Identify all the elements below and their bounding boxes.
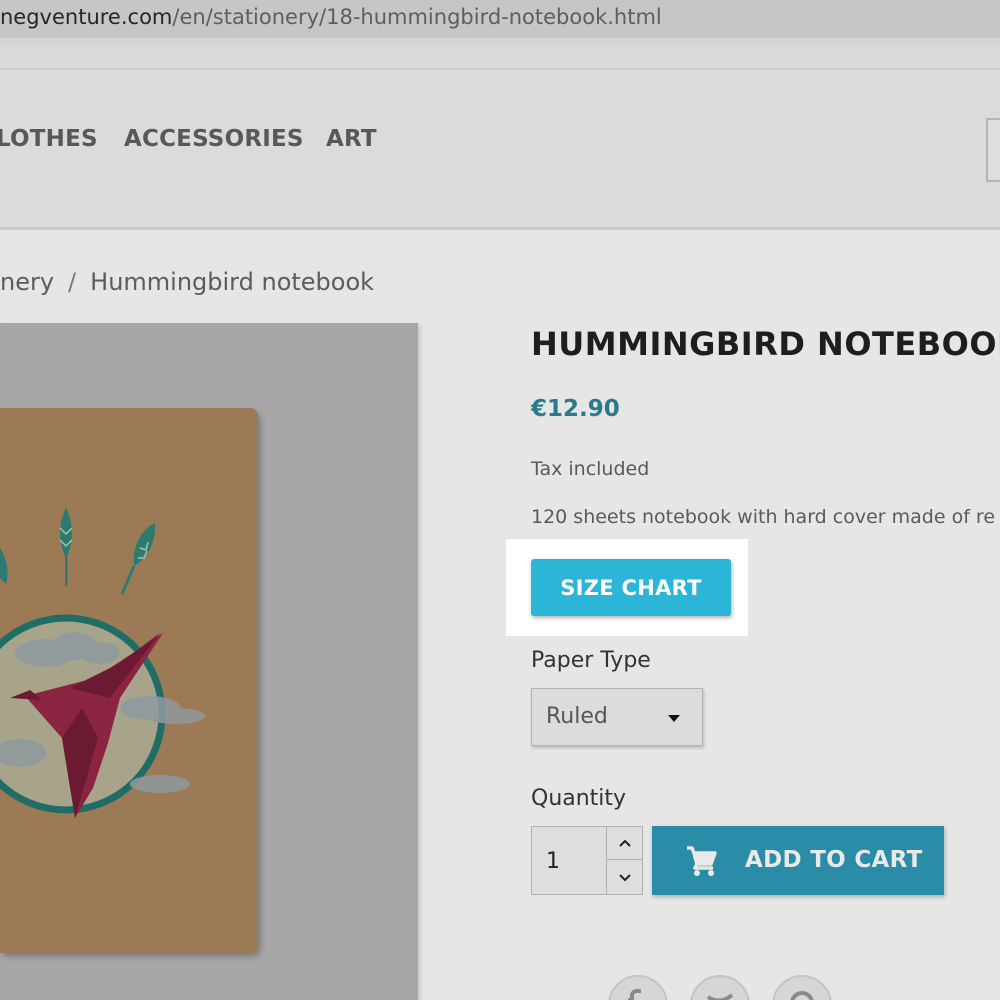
paper-type-select[interactable]: Ruled [531, 688, 703, 746]
add-to-cart-label: ADD TO CART [745, 847, 923, 873]
caret-down-icon [668, 715, 680, 722]
facebook-icon [628, 989, 641, 1000]
url-path: /en/stationery/18-hummingbird-notebook.h… [172, 5, 662, 29]
toolbar-gap [0, 38, 1000, 45]
breadcrumb-current: Hummingbird notebook [90, 268, 375, 296]
breadcrumb-separator: / [68, 268, 77, 296]
add-to-cart-button[interactable]: ADD TO CART [652, 826, 944, 895]
quantity-increase-button[interactable] [607, 827, 643, 860]
site-header: LOTHES ACCESSORIES ART [0, 70, 1000, 230]
nav-item-art[interactable]: ART [326, 126, 377, 152]
header-top-strip [0, 45, 1000, 70]
quantity-stepper[interactable]: 1 [531, 826, 643, 895]
product-image[interactable] [0, 408, 258, 953]
breadcrumb: nery / Hummingbird notebook [0, 268, 374, 296]
search-box[interactable] [986, 118, 1000, 182]
quantity-decrease-button[interactable] [607, 861, 643, 894]
cart-icon [687, 846, 717, 876]
url-host: negventure.com [0, 5, 173, 29]
nav-item-accessories[interactable]: ACCESSORIES [124, 126, 304, 152]
pinterest-share-button[interactable] [772, 975, 832, 1000]
twitter-share-button[interactable] [690, 975, 750, 1000]
chevron-up-icon [619, 839, 631, 847]
quantity-value[interactable]: 1 [546, 849, 560, 874]
product-price: €12.90 [531, 396, 620, 422]
address-bar[interactable]: negventure.com/en/stationery/18-hummingb… [0, 0, 1000, 38]
size-chart-button[interactable]: SIZE CHART [531, 559, 731, 616]
quantity-stepper-buttons [606, 827, 643, 894]
hummingbird-illustration [0, 508, 205, 818]
url-text: negventure.com/en/stationery/18-hummingb… [0, 5, 662, 29]
facebook-share-button[interactable] [608, 975, 668, 1000]
breadcrumb-parent[interactable]: nery [0, 268, 54, 296]
twitter-icon [706, 993, 734, 1000]
pinterest-icon [790, 991, 814, 1000]
product-title: HUMMINGBIRD NOTEBOOK [531, 325, 1000, 363]
tax-label: Tax included [531, 458, 650, 480]
product-description: 120 sheets notebook with hard cover made… [531, 506, 996, 528]
nav-item-clothes[interactable]: LOTHES [0, 126, 98, 152]
chevron-down-icon [619, 873, 631, 881]
paper-type-label: Paper Type [531, 648, 651, 673]
paper-type-value: Ruled [546, 704, 608, 729]
quantity-label: Quantity [531, 786, 627, 811]
